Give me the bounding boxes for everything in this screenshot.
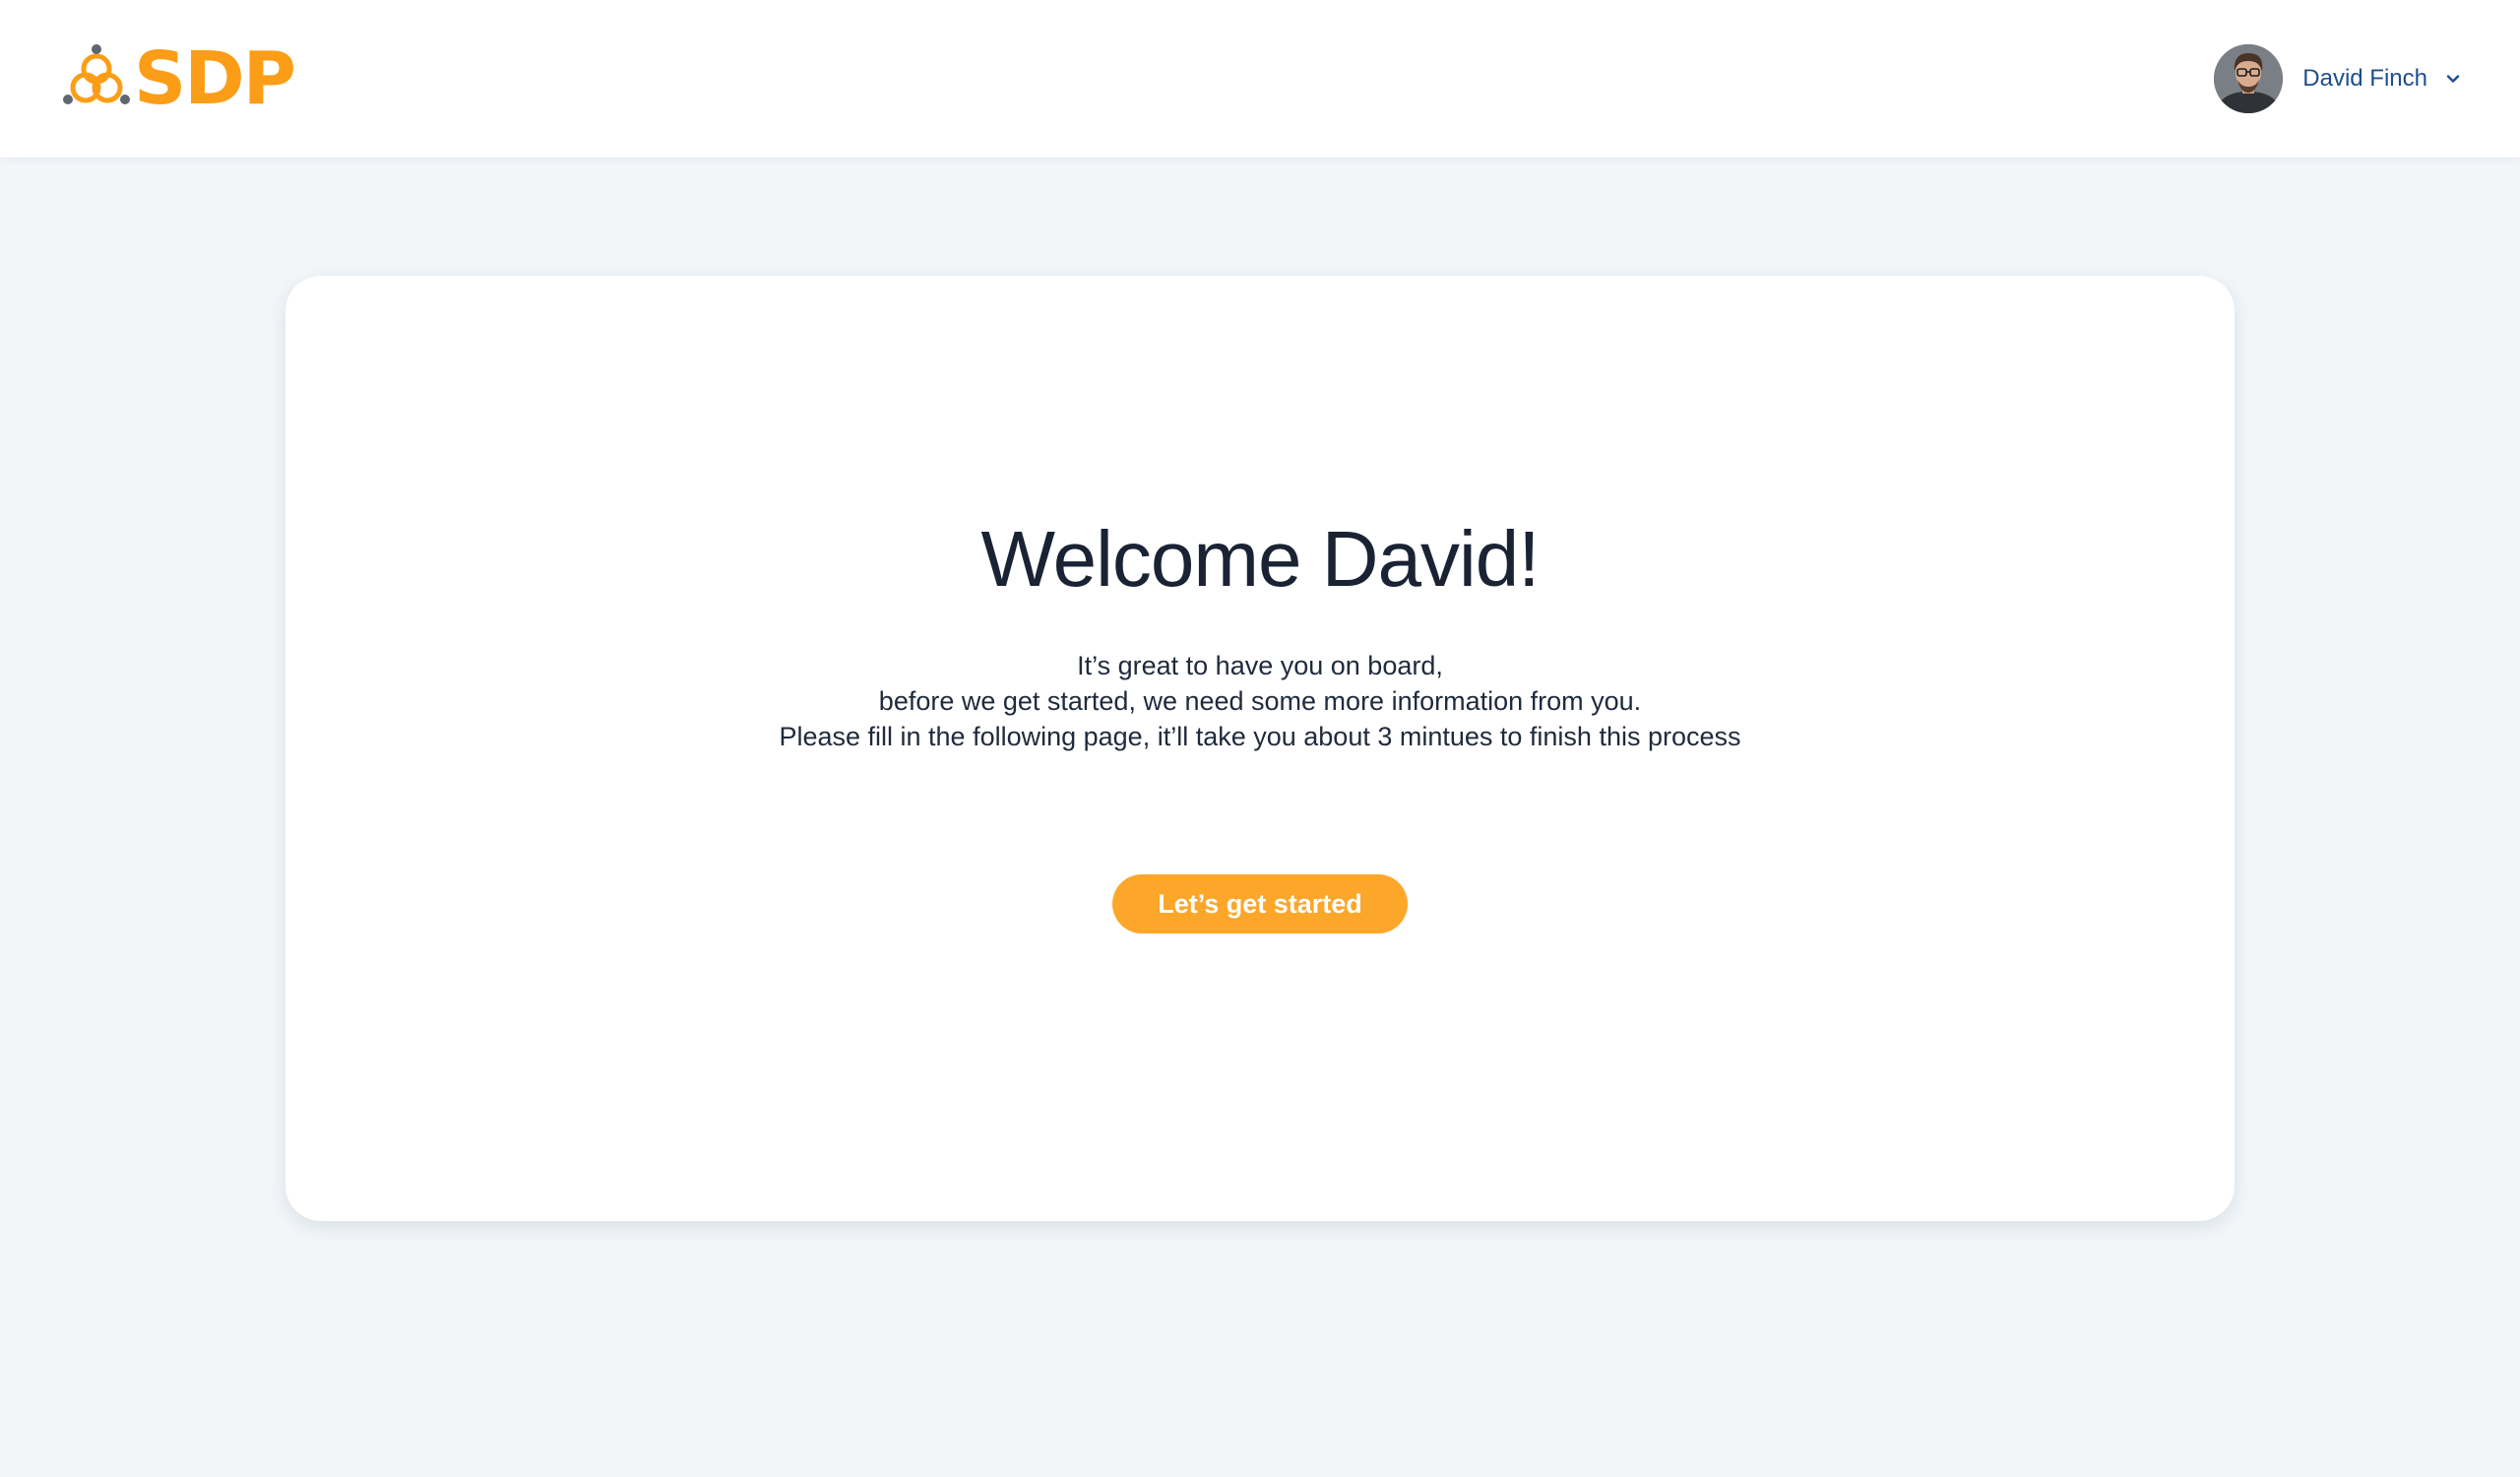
welcome-message-line: It’s great to have you on board, [1077,651,1443,680]
welcome-title: Welcome David! [980,515,1541,603]
chevron-down-icon[interactable] [2445,71,2461,87]
welcome-message: It’s great to have you on board, before … [285,648,2235,754]
get-started-button[interactable]: Let’s get started [1112,874,1408,933]
top-bar: SDP David Finch [0,0,2520,158]
welcome-message-line: Please fill in the following page, it’ll… [779,722,1741,751]
brand-name: SDP [134,36,296,121]
user-avatar-photo[interactable] [2214,44,2284,113]
user-name[interactable]: David Finch [2302,65,2427,93]
sdp-logo[interactable]: SDP [59,36,296,121]
welcome-card: Welcome David! It’s great to have you on… [285,276,2235,1221]
sdp-trefoil-logo-icon [63,44,130,104]
welcome-message-line: before we get started, we need some more… [878,686,1642,716]
user-menu[interactable]: David Finch [2214,44,2461,113]
